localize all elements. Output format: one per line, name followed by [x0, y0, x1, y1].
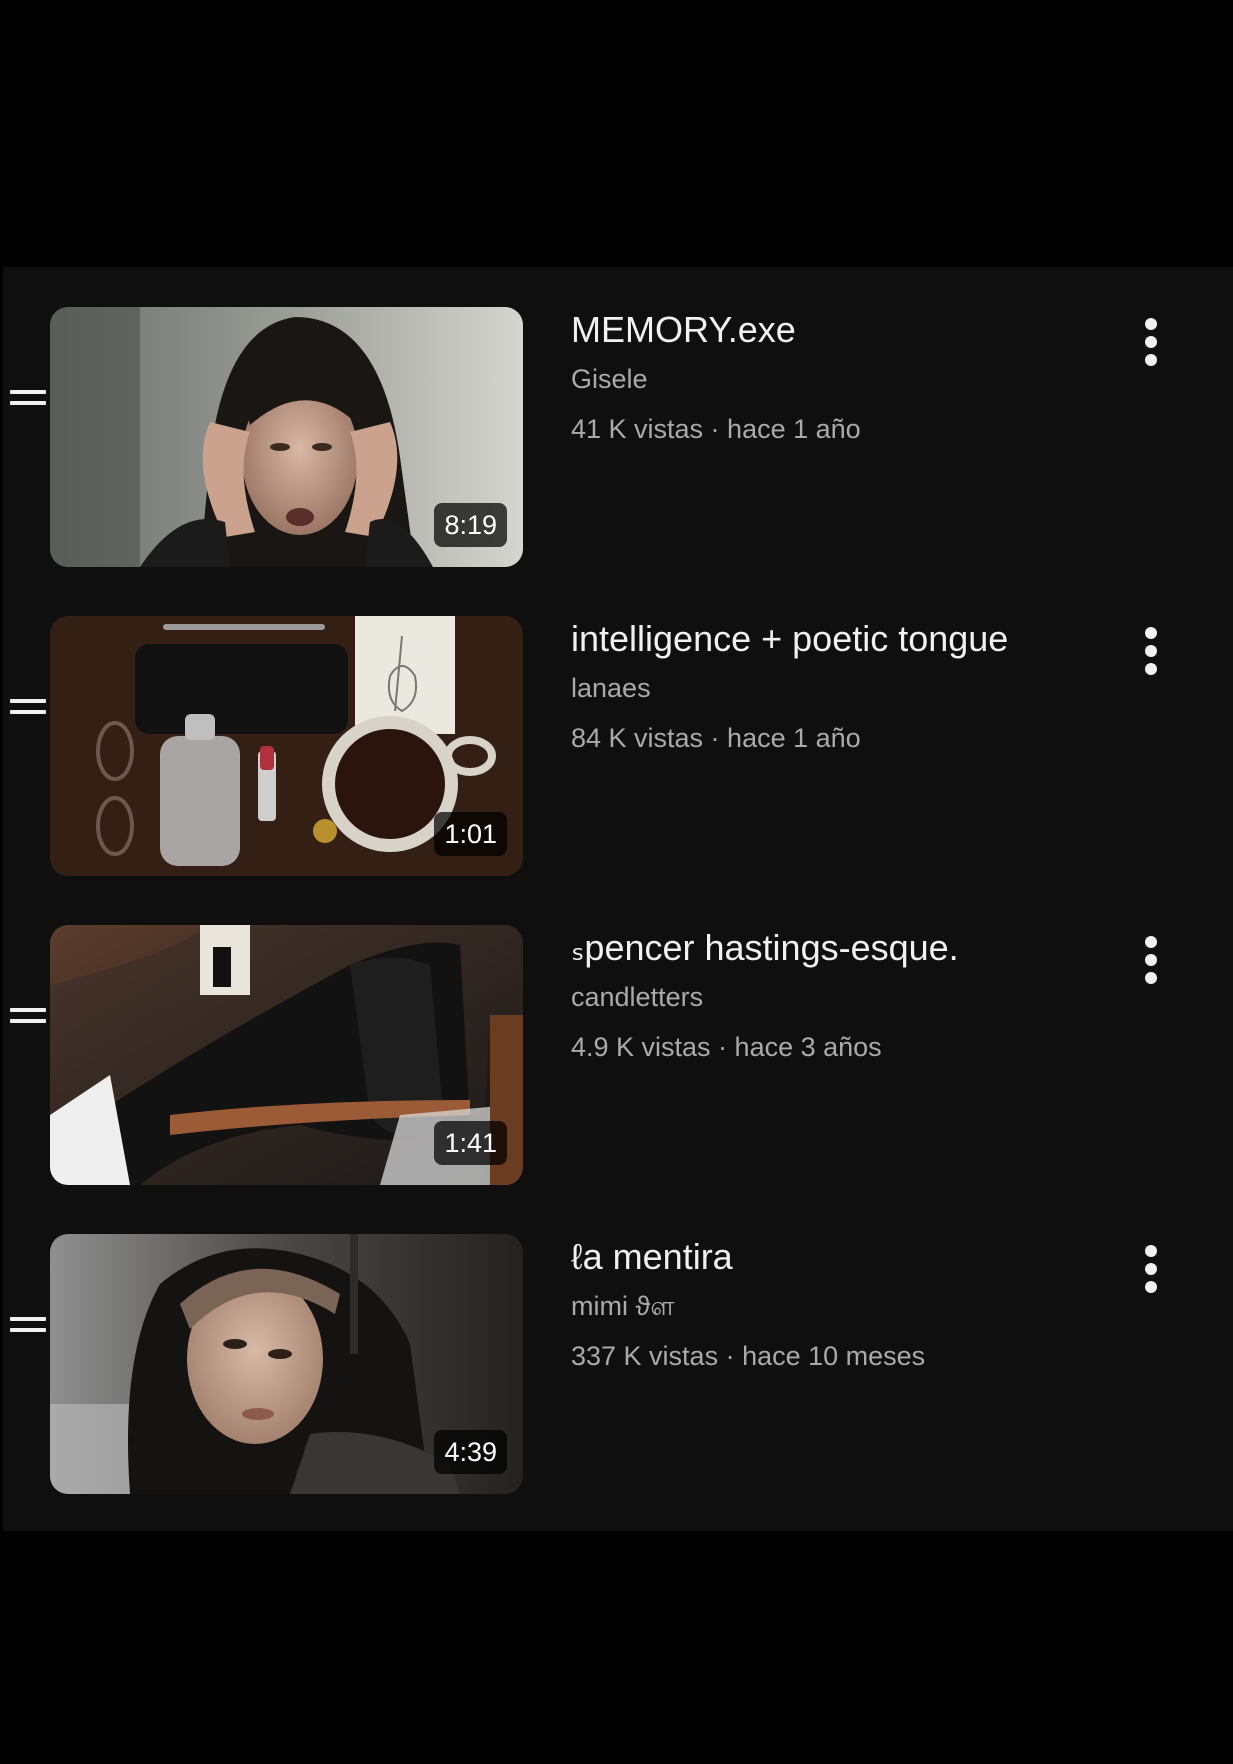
video-duration: 4:39: [434, 1430, 507, 1474]
video-meta: ℓa mentira mimi ϑள 337 K vistas · hace 1…: [571, 1234, 1111, 1374]
video-duration: 1:41: [434, 1121, 507, 1165]
video-thumbnail[interactable]: 4:39: [50, 1234, 523, 1494]
playlist-panel: 8:19 MEMORY.exe Gisele 41 K vistas · hac…: [3, 267, 1233, 1531]
more-vertical-icon[interactable]: [1131, 1241, 1171, 1301]
video-meta: ₛpencer hastings-esque. candletters 4.9 …: [571, 925, 1111, 1065]
video-meta: MEMORY.exe Gisele 41 K vistas · hace 1 a…: [571, 307, 1111, 447]
drag-handle-icon[interactable]: [10, 382, 46, 412]
playlist-item[interactable]: 1:41 ₛpencer hastings-esque. candletters…: [3, 885, 1233, 1185]
video-title[interactable]: MEMORY.exe: [571, 307, 1111, 353]
more-vertical-icon[interactable]: [1131, 623, 1171, 683]
playlist-item[interactable]: 4:39 ℓa mentira mimi ϑள 337 K vistas · h…: [3, 1194, 1233, 1494]
more-vertical-icon[interactable]: [1131, 932, 1171, 992]
more-vertical-icon[interactable]: [1131, 314, 1171, 374]
video-duration: 1:01: [434, 812, 507, 856]
video-meta: intelligence + poetic tongue lanaes 84 K…: [571, 616, 1111, 756]
page: 8:19 MEMORY.exe Gisele 41 K vistas · hac…: [0, 0, 1233, 1764]
playlist-item[interactable]: 8:19 MEMORY.exe Gisele 41 K vistas · hac…: [3, 267, 1233, 567]
video-thumbnail[interactable]: 1:01: [50, 616, 523, 876]
video-title[interactable]: ₛpencer hastings-esque.: [571, 925, 1111, 971]
video-title[interactable]: intelligence + poetic tongue: [571, 616, 1111, 662]
playlist-item[interactable]: 1:01 intelligence + poetic tongue lanaes…: [3, 576, 1233, 876]
drag-handle-icon[interactable]: [10, 1309, 46, 1339]
video-stats: 41 K vistas · hace 1 año: [571, 414, 861, 444]
video-thumbnail[interactable]: 8:19: [50, 307, 523, 567]
drag-handle-icon[interactable]: [10, 691, 46, 721]
channel-name[interactable]: Gisele: [571, 361, 1111, 397]
drag-handle-icon[interactable]: [10, 1000, 46, 1030]
video-title[interactable]: ℓa mentira: [571, 1234, 1111, 1280]
video-duration: 8:19: [434, 503, 507, 547]
video-stats: 337 K vistas · hace 10 meses: [571, 1341, 926, 1371]
video-stats: 4.9 K vistas · hace 3 años: [571, 1032, 882, 1062]
video-thumbnail[interactable]: 1:41: [50, 925, 523, 1185]
channel-name[interactable]: lanaes: [571, 670, 1111, 706]
channel-name[interactable]: candletters: [571, 979, 1111, 1015]
video-stats: 84 K vistas · hace 1 año: [571, 723, 861, 753]
channel-name[interactable]: mimi ϑள: [571, 1288, 1111, 1324]
